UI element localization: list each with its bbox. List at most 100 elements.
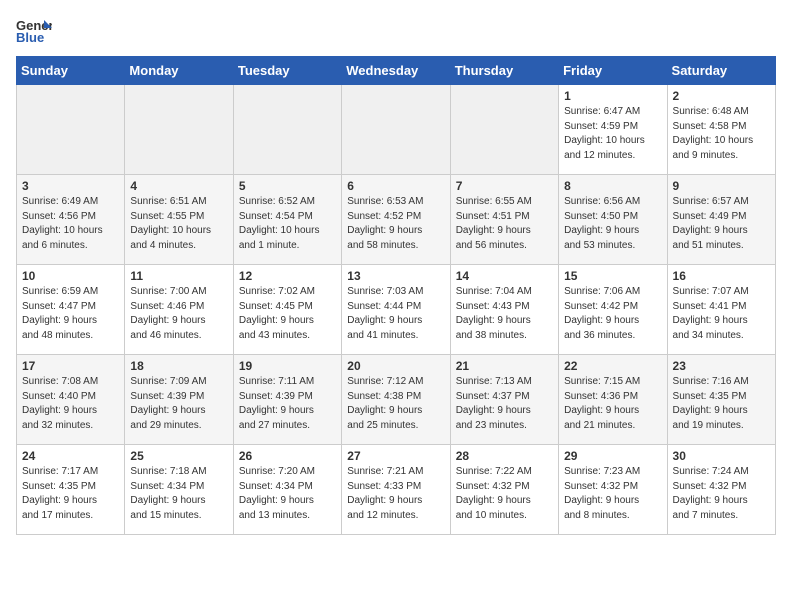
weekday-header-monday: Monday bbox=[125, 57, 233, 85]
calendar-cell bbox=[17, 85, 125, 175]
weekday-header-tuesday: Tuesday bbox=[233, 57, 341, 85]
day-number: 10 bbox=[22, 269, 119, 283]
calendar-cell: 12 Sunrise: 7:02 AMSunset: 4:45 PMDayligh… bbox=[233, 265, 341, 355]
calendar-cell: 4 Sunrise: 6:51 AMSunset: 4:55 PMDaylight… bbox=[125, 175, 233, 265]
calendar-cell: 11 Sunrise: 7:00 AMSunset: 4:46 PMDayligh… bbox=[125, 265, 233, 355]
calendar-cell: 24 Sunrise: 7:17 AMSunset: 4:35 PMDayligh… bbox=[17, 445, 125, 535]
calendar-cell: 10 Sunrise: 6:59 AMSunset: 4:47 PMDayligh… bbox=[17, 265, 125, 355]
weekday-header-sunday: Sunday bbox=[17, 57, 125, 85]
day-number: 2 bbox=[673, 89, 770, 103]
day-info: Sunrise: 7:09 AMSunset: 4:39 PMDaylight:… bbox=[130, 375, 227, 433]
day-number: 30 bbox=[673, 449, 770, 463]
day-info: Sunrise: 6:48 AMSunset: 4:58 PMDaylight:… bbox=[673, 105, 770, 163]
day-number: 11 bbox=[130, 269, 227, 283]
day-number: 4 bbox=[130, 179, 227, 193]
day-info: Sunrise: 6:52 AMSunset: 4:54 PMDaylight:… bbox=[239, 195, 336, 253]
day-info: Sunrise: 6:51 AMSunset: 4:55 PMDaylight:… bbox=[130, 195, 227, 253]
day-info: Sunrise: 7:15 AMSunset: 4:36 PMDaylight:… bbox=[564, 375, 661, 433]
day-info: Sunrise: 7:18 AMSunset: 4:34 PMDaylight:… bbox=[130, 465, 227, 523]
day-info: Sunrise: 7:12 AMSunset: 4:38 PMDaylight:… bbox=[347, 375, 444, 433]
svg-text:Blue: Blue bbox=[16, 30, 44, 45]
day-info: Sunrise: 6:53 AMSunset: 4:52 PMDaylight:… bbox=[347, 195, 444, 253]
calendar-cell: 17 Sunrise: 7:08 AMSunset: 4:40 PMDayligh… bbox=[17, 355, 125, 445]
day-number: 14 bbox=[456, 269, 553, 283]
calendar-cell: 23 Sunrise: 7:16 AMSunset: 4:35 PMDayligh… bbox=[667, 355, 775, 445]
day-info: Sunrise: 7:24 AMSunset: 4:32 PMDaylight:… bbox=[673, 465, 770, 523]
calendar-cell: 20 Sunrise: 7:12 AMSunset: 4:38 PMDayligh… bbox=[342, 355, 450, 445]
day-number: 23 bbox=[673, 359, 770, 373]
day-info: Sunrise: 6:59 AMSunset: 4:47 PMDaylight:… bbox=[22, 285, 119, 343]
calendar-cell: 13 Sunrise: 7:03 AMSunset: 4:44 PMDayligh… bbox=[342, 265, 450, 355]
calendar-cell: 15 Sunrise: 7:06 AMSunset: 4:42 PMDayligh… bbox=[559, 265, 667, 355]
day-number: 27 bbox=[347, 449, 444, 463]
day-info: Sunrise: 7:20 AMSunset: 4:34 PMDaylight:… bbox=[239, 465, 336, 523]
calendar-cell: 14 Sunrise: 7:04 AMSunset: 4:43 PMDayligh… bbox=[450, 265, 558, 355]
calendar-cell: 28Sunrise: 7:22 AMSunset: 4:32 PMDayligh… bbox=[450, 445, 558, 535]
day-number: 1 bbox=[564, 89, 661, 103]
day-number: 26 bbox=[239, 449, 336, 463]
day-number: 29 bbox=[564, 449, 661, 463]
logo: General Blue bbox=[16, 16, 52, 46]
calendar-cell: 21 Sunrise: 7:13 AMSunset: 4:37 PMDayligh… bbox=[450, 355, 558, 445]
day-info: Sunrise: 7:06 AMSunset: 4:42 PMDaylight:… bbox=[564, 285, 661, 343]
calendar-cell: 27 Sunrise: 7:21 AMSunset: 4:33 PMDayligh… bbox=[342, 445, 450, 535]
day-number: 6 bbox=[347, 179, 444, 193]
day-info: Sunrise: 7:16 AMSunset: 4:35 PMDaylight:… bbox=[673, 375, 770, 433]
day-number: 20 bbox=[347, 359, 444, 373]
calendar-table: SundayMondayTuesdayWednesdayThursdayFrid… bbox=[16, 56, 776, 535]
weekday-header-friday: Friday bbox=[559, 57, 667, 85]
day-info: Sunrise: 7:23 AMSunset: 4:32 PMDaylight:… bbox=[564, 465, 661, 523]
day-info: Sunrise: 6:49 AMSunset: 4:56 PMDaylight:… bbox=[22, 195, 119, 253]
calendar-cell: 16 Sunrise: 7:07 AMSunset: 4:41 PMDayligh… bbox=[667, 265, 775, 355]
day-info: Sunrise: 6:56 AMSunset: 4:50 PMDaylight:… bbox=[564, 195, 661, 253]
calendar-cell: 29 Sunrise: 7:23 AMSunset: 4:32 PMDayligh… bbox=[559, 445, 667, 535]
calendar-cell: 6 Sunrise: 6:53 AMSunset: 4:52 PMDaylight… bbox=[342, 175, 450, 265]
weekday-header-wednesday: Wednesday bbox=[342, 57, 450, 85]
day-number: 24 bbox=[22, 449, 119, 463]
calendar-cell: 18 Sunrise: 7:09 AMSunset: 4:39 PMDayligh… bbox=[125, 355, 233, 445]
calendar-cell: 2 Sunrise: 6:48 AMSunset: 4:58 PMDaylight… bbox=[667, 85, 775, 175]
calendar-cell: 26 Sunrise: 7:20 AMSunset: 4:34 PMDayligh… bbox=[233, 445, 341, 535]
day-number: 25 bbox=[130, 449, 227, 463]
calendar-cell: 9 Sunrise: 6:57 AMSunset: 4:49 PMDaylight… bbox=[667, 175, 775, 265]
calendar-cell bbox=[450, 85, 558, 175]
calendar-cell bbox=[125, 85, 233, 175]
day-info: Sunrise: 7:00 AMSunset: 4:46 PMDaylight:… bbox=[130, 285, 227, 343]
page-header: General Blue bbox=[16, 16, 776, 46]
calendar-cell: 19Sunrise: 7:11 AMSunset: 4:39 PMDayligh… bbox=[233, 355, 341, 445]
day-info: Sunrise: 6:57 AMSunset: 4:49 PMDaylight:… bbox=[673, 195, 770, 253]
day-number: 22 bbox=[564, 359, 661, 373]
calendar-cell: 22 Sunrise: 7:15 AMSunset: 4:36 PMDayligh… bbox=[559, 355, 667, 445]
day-number: 19 bbox=[239, 359, 336, 373]
day-info: Sunrise: 7:22 AMSunset: 4:32 PMDaylight:… bbox=[456, 465, 553, 523]
day-number: 13 bbox=[347, 269, 444, 283]
calendar-cell: 3 Sunrise: 6:49 AMSunset: 4:56 PMDaylight… bbox=[17, 175, 125, 265]
day-info: Sunrise: 7:13 AMSunset: 4:37 PMDaylight:… bbox=[456, 375, 553, 433]
day-info: Sunrise: 7:02 AMSunset: 4:45 PMDaylight:… bbox=[239, 285, 336, 343]
calendar-cell bbox=[233, 85, 341, 175]
day-number: 9 bbox=[673, 179, 770, 193]
day-number: 3 bbox=[22, 179, 119, 193]
day-info: Sunrise: 7:07 AMSunset: 4:41 PMDaylight:… bbox=[673, 285, 770, 343]
day-number: 16 bbox=[673, 269, 770, 283]
day-number: 15 bbox=[564, 269, 661, 283]
day-number: 5 bbox=[239, 179, 336, 193]
day-info: Sunrise: 7:17 AMSunset: 4:35 PMDaylight:… bbox=[22, 465, 119, 523]
weekday-header-thursday: Thursday bbox=[450, 57, 558, 85]
calendar-cell: 7 Sunrise: 6:55 AMSunset: 4:51 PMDaylight… bbox=[450, 175, 558, 265]
day-number: 7 bbox=[456, 179, 553, 193]
day-info: Sunrise: 7:04 AMSunset: 4:43 PMDaylight:… bbox=[456, 285, 553, 343]
calendar-cell: 8Sunrise: 6:56 AMSunset: 4:50 PMDaylight… bbox=[559, 175, 667, 265]
day-number: 17 bbox=[22, 359, 119, 373]
day-info: Sunrise: 6:47 AMSunset: 4:59 PMDaylight:… bbox=[564, 105, 661, 163]
day-number: 18 bbox=[130, 359, 227, 373]
day-number: 12 bbox=[239, 269, 336, 283]
calendar-cell: 25 Sunrise: 7:18 AMSunset: 4:34 PMDayligh… bbox=[125, 445, 233, 535]
day-number: 21 bbox=[456, 359, 553, 373]
day-info: Sunrise: 6:55 AMSunset: 4:51 PMDaylight:… bbox=[456, 195, 553, 253]
day-info: Sunrise: 7:21 AMSunset: 4:33 PMDaylight:… bbox=[347, 465, 444, 523]
day-info: Sunrise: 7:08 AMSunset: 4:40 PMDaylight:… bbox=[22, 375, 119, 433]
logo-icon: General Blue bbox=[16, 16, 52, 46]
day-info: Sunrise: 7:03 AMSunset: 4:44 PMDaylight:… bbox=[347, 285, 444, 343]
calendar-cell: 1 Sunrise: 6:47 AMSunset: 4:59 PMDaylight… bbox=[559, 85, 667, 175]
